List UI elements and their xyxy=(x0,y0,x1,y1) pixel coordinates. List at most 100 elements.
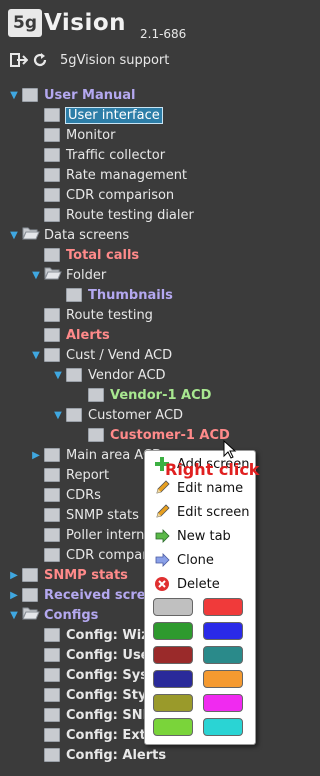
menu-item-new-tab[interactable]: New tab xyxy=(145,525,255,547)
tree-item-label: Route testing xyxy=(66,307,153,323)
support-link[interactable]: 5gVision support xyxy=(60,53,169,68)
tree-item-label: Total calls xyxy=(66,247,140,263)
tree-item-label: Customer-1 ACD xyxy=(110,427,230,443)
tree-item-customer-acd[interactable]: ▼ Customer ACD xyxy=(52,405,183,425)
tree-item-label: SNMP stats xyxy=(44,567,128,583)
tree-item-alerts[interactable]: Alerts xyxy=(30,325,110,345)
node-icon xyxy=(44,528,60,542)
node-icon xyxy=(44,468,60,482)
node-icon xyxy=(44,328,60,342)
refresh-icon[interactable] xyxy=(31,51,49,69)
menu-item-edit-screen[interactable]: Edit screen xyxy=(145,501,255,523)
node-icon xyxy=(66,408,82,422)
app-logo: 5g Vision xyxy=(8,6,126,40)
logo-badge: 5g xyxy=(8,9,42,37)
tree-item-rate-management[interactable]: Rate management xyxy=(30,165,187,185)
node-icon xyxy=(44,648,60,662)
node-icon xyxy=(44,628,60,642)
color-swatch[interactable] xyxy=(153,670,193,688)
tree-item-total-calls[interactable]: Total calls xyxy=(30,245,139,265)
collapse-toggle-icon[interactable]: ▶ xyxy=(10,590,18,601)
color-swatch[interactable] xyxy=(203,646,243,664)
node-icon xyxy=(44,508,60,522)
expand-toggle-icon[interactable]: ▼ xyxy=(10,610,18,621)
tree-item-cdr-comparison[interactable]: CDR comparison xyxy=(30,185,174,205)
node-icon xyxy=(44,448,60,462)
tree-item-label: Alerts xyxy=(66,327,110,343)
tree-item-route-testing[interactable]: Route testing xyxy=(30,305,153,325)
tree-item-config-alerts[interactable]: Config: Alerts xyxy=(30,745,166,765)
expand-toggle-icon[interactable]: ▼ xyxy=(32,270,40,281)
folder-open-icon xyxy=(44,266,62,284)
menu-item-label: New tab xyxy=(177,528,231,544)
tree-item-label: User Manual xyxy=(44,87,136,103)
context-menu: Add screen Edit name Edit screen New tab Clo… xyxy=(144,450,256,745)
tree-item-customer-1-acd[interactable]: Customer-1 ACD xyxy=(74,425,230,445)
color-swatch[interactable] xyxy=(203,670,243,688)
node-icon xyxy=(44,108,60,122)
expand-toggle-icon[interactable]: ▼ xyxy=(10,90,18,101)
tree-item-poller-internal[interactable]: Poller internal xyxy=(30,525,156,545)
tree-item-monitor[interactable]: Monitor xyxy=(30,125,115,145)
arrow-right-blue-icon xyxy=(153,552,171,568)
menu-item-label: Clone xyxy=(177,552,214,568)
menu-item-clone[interactable]: Clone xyxy=(145,549,255,571)
tree-item-label: Config: Alerts xyxy=(66,747,167,763)
folder-open-icon xyxy=(22,606,40,624)
color-swatch[interactable] xyxy=(153,694,193,712)
node-icon xyxy=(44,128,60,142)
arrow-right-green-icon xyxy=(153,528,171,544)
tree-item-traffic-collector[interactable]: Traffic collector xyxy=(30,145,165,165)
color-swatch[interactable] xyxy=(153,622,193,640)
app-version: 2.1-686 xyxy=(140,27,187,41)
tree-item-label: User interface xyxy=(65,106,163,124)
tree-item-user-interface[interactable]: User interface xyxy=(30,105,163,125)
tree-item-vendor-1-acd[interactable]: Vendor-1 ACD xyxy=(74,385,211,405)
color-swatch[interactable] xyxy=(203,598,243,616)
menu-item-edit-name[interactable]: Edit name xyxy=(145,477,255,499)
tree-item-route-testing-dialer[interactable]: Route testing dialer xyxy=(30,205,194,225)
node-icon xyxy=(22,588,38,602)
tree-item-label: Data screens xyxy=(44,227,130,243)
folder-open-icon xyxy=(22,226,40,244)
collapse-toggle-icon[interactable]: ▶ xyxy=(10,570,18,581)
color-swatch[interactable] xyxy=(153,598,193,616)
tree-item-main-area-acd[interactable]: ▶ Main area ACD xyxy=(30,445,162,465)
color-swatch[interactable] xyxy=(153,718,193,736)
node-icon xyxy=(44,668,60,682)
node-icon xyxy=(44,488,60,502)
node-icon xyxy=(88,428,104,442)
tree-item-label: CDRs xyxy=(66,487,101,503)
node-icon xyxy=(44,688,60,702)
expand-toggle-icon[interactable]: ▼ xyxy=(54,370,62,381)
node-icon xyxy=(22,568,38,582)
color-swatch[interactable] xyxy=(203,694,243,712)
tree-item-user-manual[interactable]: ▼ User Manual xyxy=(8,85,136,105)
menu-item-label: Delete xyxy=(177,576,220,592)
color-swatch[interactable] xyxy=(203,622,243,640)
color-swatch[interactable] xyxy=(203,718,243,736)
menu-item-delete[interactable]: Delete xyxy=(145,573,255,595)
tree-item-label: Vendor ACD xyxy=(88,367,166,383)
tree-item-thumbnails[interactable]: Thumbnails xyxy=(52,285,173,305)
expand-toggle-icon[interactable]: ▼ xyxy=(32,350,40,361)
collapse-toggle-icon[interactable]: ▶ xyxy=(32,450,40,461)
node-icon xyxy=(44,708,60,722)
node-icon xyxy=(44,548,60,562)
tree-item-vendor-acd[interactable]: ▼ Vendor ACD xyxy=(52,365,166,385)
tree-item-report[interactable]: Report xyxy=(30,465,109,485)
tree-item-label: Folder xyxy=(66,267,107,283)
tree-item-snmp-stats[interactable]: SNMP stats xyxy=(30,505,139,525)
logout-icon[interactable] xyxy=(10,51,28,69)
tree-item-data-screens[interactable]: ▼ Data screens xyxy=(8,225,129,245)
expand-toggle-icon[interactable]: ▼ xyxy=(54,410,62,421)
tree-item-cust-vend-acd[interactable]: ▼ Cust / Vend ACD xyxy=(30,345,172,365)
node-icon xyxy=(22,88,38,102)
tree-item-cdrs[interactable]: CDRs xyxy=(30,485,101,505)
color-swatch[interactable] xyxy=(153,646,193,664)
tree-item-snmp-stats[interactable]: ▶ SNMP stats xyxy=(8,565,128,585)
tree-item-label: SNMP stats xyxy=(66,507,139,523)
tree-item-configs[interactable]: ▼ Configs xyxy=(8,605,98,625)
tree-item-folder[interactable]: ▼ Folder xyxy=(30,265,106,285)
expand-toggle-icon[interactable]: ▼ xyxy=(10,230,18,241)
